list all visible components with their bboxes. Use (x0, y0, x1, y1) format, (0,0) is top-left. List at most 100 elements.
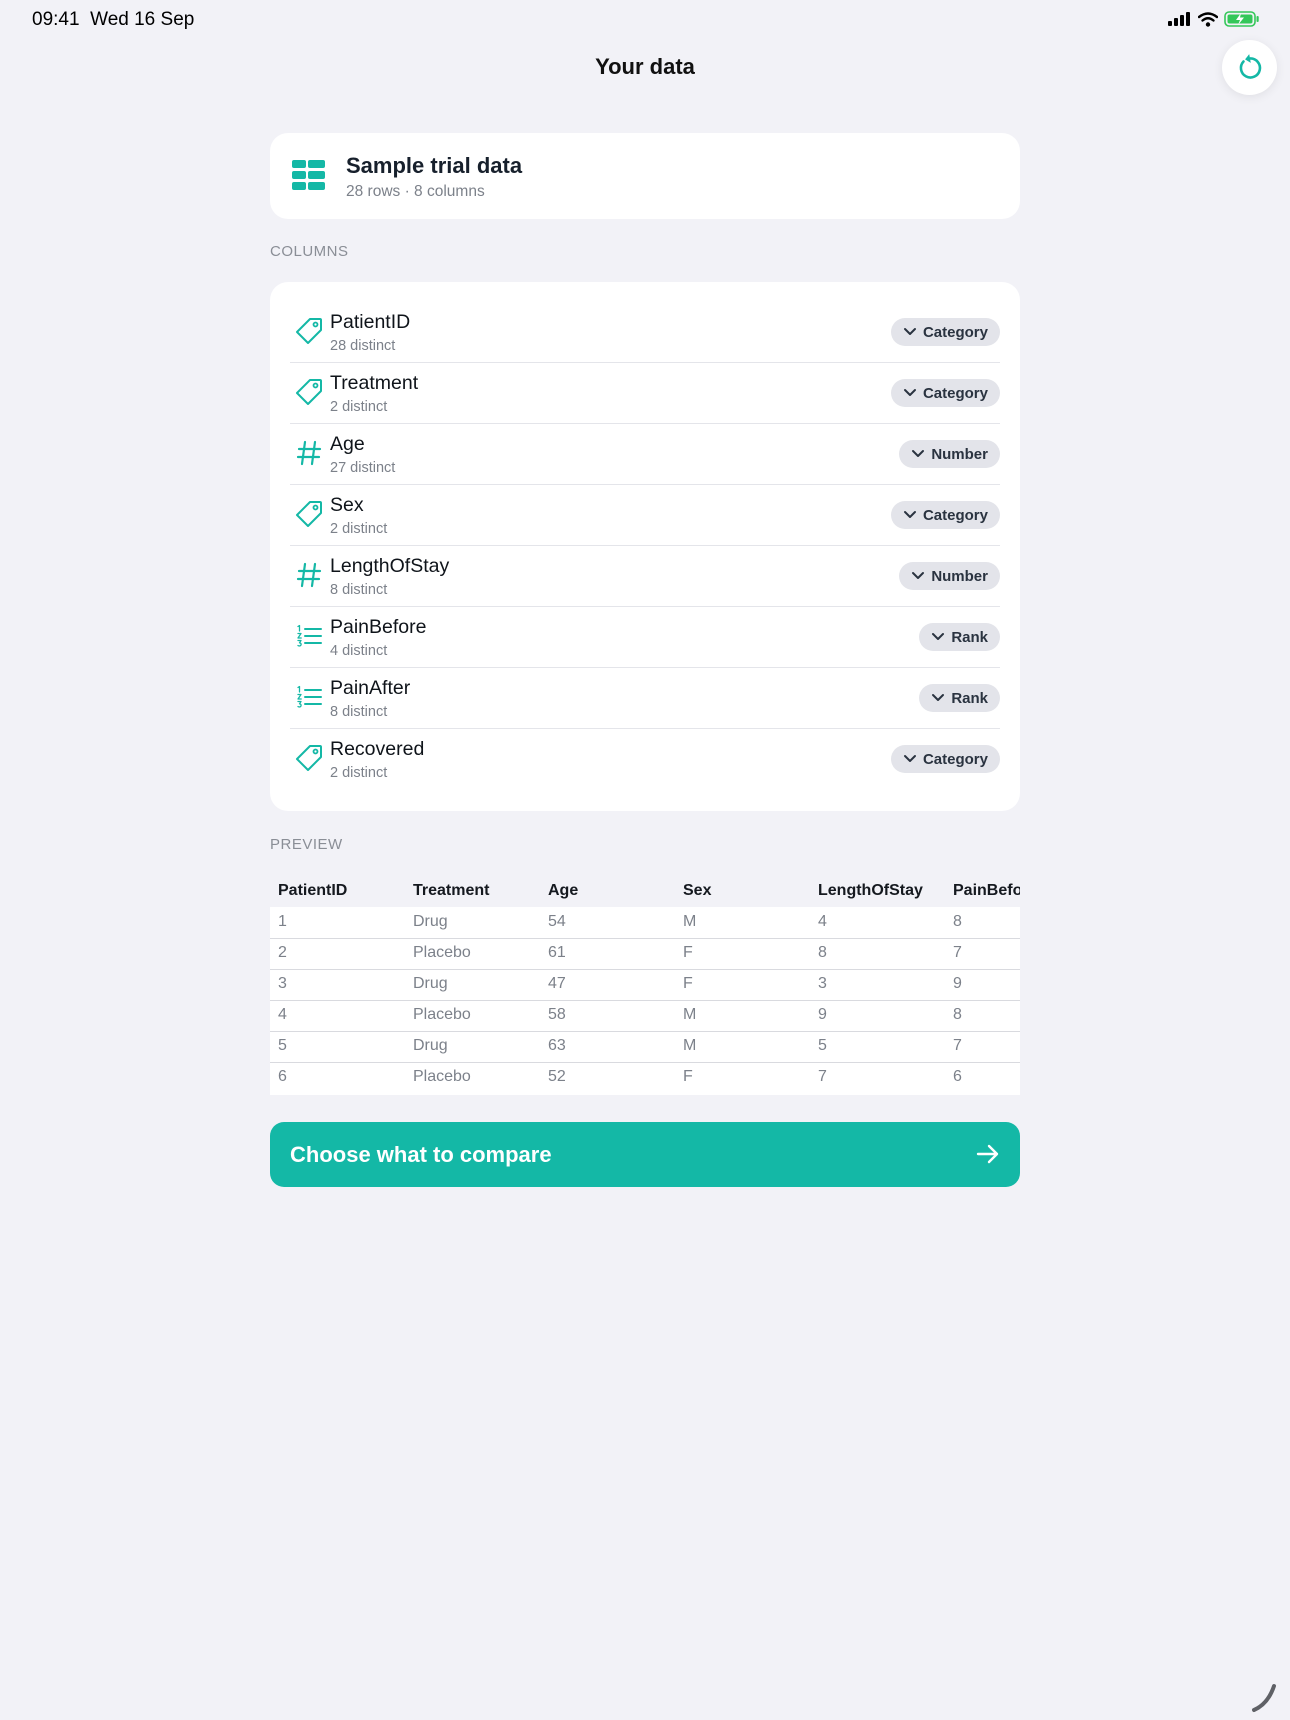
chevron-down-icon (912, 572, 925, 579)
column-type-label: Category (922, 384, 988, 402)
dataset-name: Sample trial data (346, 153, 523, 178)
tag-icon (296, 318, 322, 344)
table-cell: F (683, 944, 693, 961)
column-name: Recovered (330, 738, 425, 760)
table-cell: F (683, 975, 693, 992)
battery-charging-icon (1224, 11, 1259, 27)
column-header: Age (548, 882, 579, 899)
column-type-label: Rank (951, 689, 988, 707)
row-divider (270, 1000, 1020, 1001)
table-cell: 7 (818, 1068, 827, 1085)
table-cell: 5 (278, 1037, 287, 1054)
column-row-painbefore: PainBefore 4 distinct Rank (290, 607, 1000, 668)
column-distinct-count: 2 distinct (330, 399, 388, 415)
dataset-meta: 28 rows · 8 columns (346, 183, 485, 200)
table-cell: Placebo (413, 944, 471, 961)
column-type-dropdown[interactable]: Number (899, 440, 1000, 468)
table-cell: 63 (548, 1037, 566, 1054)
table-cell: Placebo (413, 1006, 471, 1023)
chevron-down-icon (903, 389, 916, 396)
column-type-dropdown[interactable]: Category (890, 318, 1000, 346)
table-cell: 5 (818, 1037, 827, 1054)
columns-card: PatientID 28 distinct Category Treatment… (270, 282, 1020, 811)
table-cell: 52 (548, 1068, 566, 1085)
preview-table[interactable]: PatientID Treatment Age Sex LengthOfStay… (270, 874, 1020, 1095)
table-cell: 2 (278, 944, 287, 961)
table-row: 5 Drug 63 M 5 7 (270, 1031, 1020, 1062)
chevron-down-icon (912, 450, 925, 457)
table-cell: 54 (548, 913, 566, 930)
table-cell: 8 (953, 913, 962, 930)
column-distinct-count: 2 distinct (330, 765, 388, 781)
table-row: 4 Placebo 58 M 9 8 (270, 1000, 1020, 1031)
column-type-dropdown[interactable]: Category (890, 379, 1000, 407)
column-name: PainAfter (330, 677, 411, 699)
table-row: 1 Drug 54 M 4 8 (270, 907, 1020, 938)
column-type-label: Category (922, 506, 988, 524)
chevron-down-icon (932, 694, 945, 701)
status-icons (1168, 11, 1260, 27)
chevron-down-icon (932, 633, 945, 640)
table-cell: Drug (413, 1037, 448, 1054)
column-row-treatment: Treatment 2 distinct Category (290, 363, 1000, 424)
column-row-recovered: Recovered 2 distinct Category (290, 729, 1000, 790)
status-time: 09:41 Wed 16 Sep (32, 9, 195, 30)
table-cell: Placebo (413, 1068, 471, 1085)
chevron-down-icon (903, 328, 916, 335)
column-distinct-count: 2 distinct (330, 521, 388, 537)
row-divider (270, 1031, 1020, 1032)
home-indicator-icon (1252, 1684, 1276, 1712)
column-row-patientid: PatientID 28 distinct Category (290, 302, 1000, 363)
row-divider (270, 969, 1020, 970)
column-distinct-count: 27 distinct (330, 460, 396, 476)
reset-icon (1239, 53, 1261, 79)
column-header: PatientID (278, 882, 348, 899)
table-cell: 47 (548, 975, 566, 992)
table-cell: 58 (548, 1006, 566, 1023)
table-cell: 8 (953, 1006, 962, 1023)
table-cell: 3 (818, 975, 827, 992)
table-cell: Drug (413, 975, 448, 992)
column-name: PainBefore (330, 616, 427, 638)
column-type-label: Number (931, 445, 988, 463)
table-cell: 8 (818, 944, 827, 961)
table-cell: 6 (278, 1068, 287, 1085)
choose-compare-button[interactable]: Choose what to compare (270, 1122, 1020, 1187)
column-row-lengthofstay: LengthOfStay 8 distinct Number (290, 546, 1000, 607)
table-cell: 1 (278, 913, 287, 930)
column-header: PainBefore (953, 882, 1020, 899)
column-row-age: Age 27 distinct Number (290, 424, 1000, 485)
column-type-dropdown[interactable]: Category (890, 501, 1000, 529)
column-row-sex: Sex 2 distinct Category (290, 485, 1000, 546)
column-type-dropdown[interactable]: Number (899, 562, 1000, 590)
column-type-dropdown[interactable]: Rank (919, 684, 1000, 712)
columns-section-label: COLUMNS (270, 243, 349, 260)
column-type-dropdown[interactable]: Category (890, 745, 1000, 773)
table-cell: 7 (953, 944, 962, 961)
table-cell: M (683, 1037, 697, 1054)
reset-button[interactable] (1222, 40, 1277, 95)
column-distinct-count: 4 distinct (330, 643, 388, 659)
table-cell: 4 (818, 913, 827, 930)
column-type-dropdown[interactable]: Rank (919, 623, 1000, 651)
table-cell: 4 (278, 1006, 287, 1023)
column-name: Age (330, 433, 365, 455)
chevron-down-icon (903, 755, 916, 762)
table-header-row: PatientID Treatment Age Sex LengthOfStay… (270, 874, 1020, 907)
tag-icon (296, 379, 322, 405)
column-row-painafter: PainAfter 8 distinct Rank (290, 668, 1000, 729)
column-distinct-count: 8 distinct (330, 582, 388, 598)
table-icon (292, 160, 325, 190)
column-header: Treatment (413, 882, 490, 899)
table-cell: 7 (953, 1037, 962, 1054)
table-cell: 9 (818, 1006, 827, 1023)
choose-compare-label: Choose what to compare (290, 1142, 552, 1167)
column-distinct-count: 8 distinct (330, 704, 388, 720)
column-type-label: Rank (951, 628, 988, 646)
table-cell: M (683, 913, 697, 930)
row-divider (270, 938, 1020, 939)
table-cell: 3 (278, 975, 287, 992)
table-row: 6 Placebo 52 F 7 6 (270, 1062, 1020, 1093)
table-row: 3 Drug 47 F 3 9 (270, 969, 1020, 1000)
dataset-card: Sample trial data 28 rows · 8 columns (270, 133, 1020, 219)
